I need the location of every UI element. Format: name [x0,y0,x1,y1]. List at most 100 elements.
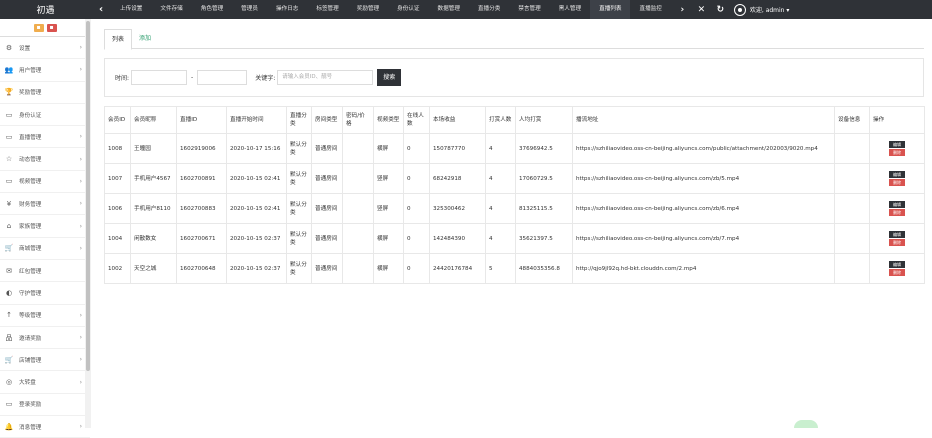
monitor-icon: ▭ [5,132,13,141]
user-menu[interactable]: 欢迎, admin ▾ [733,3,789,16]
sidebar-item[interactable]: 🔔 消息管理 › [0,416,90,438]
nav-item[interactable]: 奖励管理 [348,0,388,19]
table-cell: 0 [403,133,430,164]
chevron-right-icon: › [79,311,82,319]
table-cell: 17060729.5 [515,163,573,194]
app-logo[interactable]: 初遇 [0,0,91,19]
live-list-table: 会员ID 会员昵称 直播ID 直播开始时间 直播分类 房间类型 密码/价格 视频类型 在线人数本… [104,106,925,284]
sidebar-item[interactable]: ▭ 身份认证 [0,104,90,127]
sidebar-item[interactable]: ¥ 财务管理 › [0,193,90,216]
search-button[interactable]: 搜索 [377,69,402,86]
close-icon[interactable]: ✕ [692,5,711,15]
sidebar-item[interactable]: ↑ 等级管理 › [0,305,90,327]
nav-item[interactable]: 管理员 [232,0,267,19]
monitor-icon: ▭ [5,110,13,119]
sidebar-item[interactable]: ⚙ 设置 › [0,37,90,60]
table-row: 1004 闲散数女 1602700671 2020-10-15 02:37 默认分类 普通… [104,223,925,254]
sidebar-item-label: 商城管理 [19,246,42,253]
tab-add[interactable]: 添加 [132,29,158,48]
nav-item[interactable]: 黑人管理 [550,0,590,19]
table-cell: 1602700891 [176,163,227,194]
sidebar-item-label: 财务管理 [19,201,42,208]
sidebar-item[interactable]: ✉ 红包管理 [0,260,90,283]
table-cell: 0 [403,163,430,194]
nav-item[interactable]: 数据管理 [429,0,469,19]
table-cell: 普通房间 [311,253,343,284]
delete-button[interactable]: 删除 [889,239,905,246]
sidebar-item-label: 大转盘 [19,380,36,387]
edit-button[interactable]: 编辑 [889,231,905,238]
delete-button[interactable]: 删除 [889,149,905,156]
sidebar-item[interactable]: ⌂ 家族管理 › [0,215,90,238]
sidebar-item[interactable]: 品邀请奖励 › [0,327,90,350]
table-cell [342,223,374,254]
envelope-icon: ✉ [6,266,12,275]
actions-cell: 编辑 删除 [869,253,925,284]
chevron-right-icon: › [79,66,82,74]
sidebar-item-label: 红包管理 [19,268,42,275]
nav-item[interactable]: 直播分类 [469,0,509,19]
nav-item[interactable]: 上传设置 [111,0,151,19]
sidebar-item[interactable]: ▭ 直播管理 › [0,126,90,149]
sidebar-item[interactable]: 🛒 商城管理 › [0,238,90,260]
nav-item[interactable]: 操作日志 [267,0,307,19]
table-cell: 默认分类 [286,133,312,164]
edit-button[interactable]: 编辑 [889,171,905,178]
users-icon: 👥 [4,65,14,74]
cart-icon: 🛒 [4,244,14,253]
nav-item[interactable]: 文件存储 [151,0,191,19]
edit-button[interactable]: 编辑 [889,141,905,148]
scrollbar-thumb[interactable] [86,21,90,371]
gamepad-icon: ◎ [5,378,13,387]
chevron-right-icon: › [79,222,82,230]
sidebar-item-label: 用户管理 [19,67,42,74]
edit-button[interactable]: 编辑 [889,261,905,268]
delete-button[interactable]: 删除 [889,179,905,186]
refresh-icon[interactable]: ↻ [711,5,730,15]
table-cell: 默认分类 [286,223,312,254]
monitor-icon: ▭ [5,177,13,186]
sidebar-item-label: 家族管理 [19,224,42,231]
nav-item[interactable]: 禁言管理 [509,0,549,19]
sidebar-item[interactable]: ▭ 登录奖励 [0,394,90,417]
nav-item[interactable]: 直播监控 [630,0,670,19]
keyword-input[interactable]: 请输入会员ID、靓号 [277,70,374,85]
sidebar-item[interactable]: 🛒 店铺管理 › [0,349,90,372]
start-time-input[interactable] [131,70,188,85]
shortcut-red-icon[interactable]: ▪ [46,23,57,32]
table-cell: 2020-10-15 02:41 [226,163,287,194]
nav-scroll-right-icon[interactable]: › [673,5,692,15]
table-cell: 5 [485,253,516,284]
sidebar-item[interactable]: ◎ 大转盘 › [0,371,90,394]
end-time-input[interactable] [197,70,248,85]
table-cell: 普通房间 [311,133,343,164]
tab-list[interactable]: 列表 [104,29,133,50]
delete-button[interactable]: 删除 [889,269,905,276]
sidebar-item[interactable]: 👥 用户管理 › [0,59,90,82]
sidebar-item[interactable]: ◐ 守护管理 [0,282,90,305]
nav-scroll-left-icon[interactable]: ‹ [91,4,111,15]
delete-button[interactable]: 删除 [889,209,905,216]
sidebar-item-label: 登录奖励 [19,402,42,409]
sidebar-scrollbar[interactable] [85,19,91,428]
bell-icon: 🔔 [4,422,14,431]
nav-item[interactable]: 角色管理 [192,0,232,19]
table-cell: 0 [403,253,430,284]
star-icon: ☆ [5,155,13,164]
table-cell: https://szhiliaovideo.oss-cn-beijing.ali… [572,193,835,224]
sidebar-item-label: 等级管理 [19,313,42,320]
nav-item[interactable]: 直播列表 [590,0,631,19]
sidebar-item[interactable]: 🏆 奖励管理 [0,82,90,104]
actions-cell: 编辑 删除 [869,163,925,194]
edit-button[interactable]: 编辑 [889,201,905,208]
nav-tools: › ✕ ↻ 欢迎, admin ▾ [673,3,789,16]
shield-icon: ◐ [5,288,13,297]
sidebar-item[interactable]: ▭ 视频管理 › [0,171,90,194]
nav-item[interactable]: 身份认证 [388,0,428,19]
nav-item[interactable]: 标签管理 [307,0,347,19]
sidebar-item[interactable]: ☆ 动态管理 › [0,148,90,171]
column-header: 本场收益 [429,106,486,134]
table-cell: 普通房间 [311,163,343,194]
table-cell: 1602700883 [176,193,227,224]
shortcut-orange-icon[interactable]: ▪ [33,23,44,32]
